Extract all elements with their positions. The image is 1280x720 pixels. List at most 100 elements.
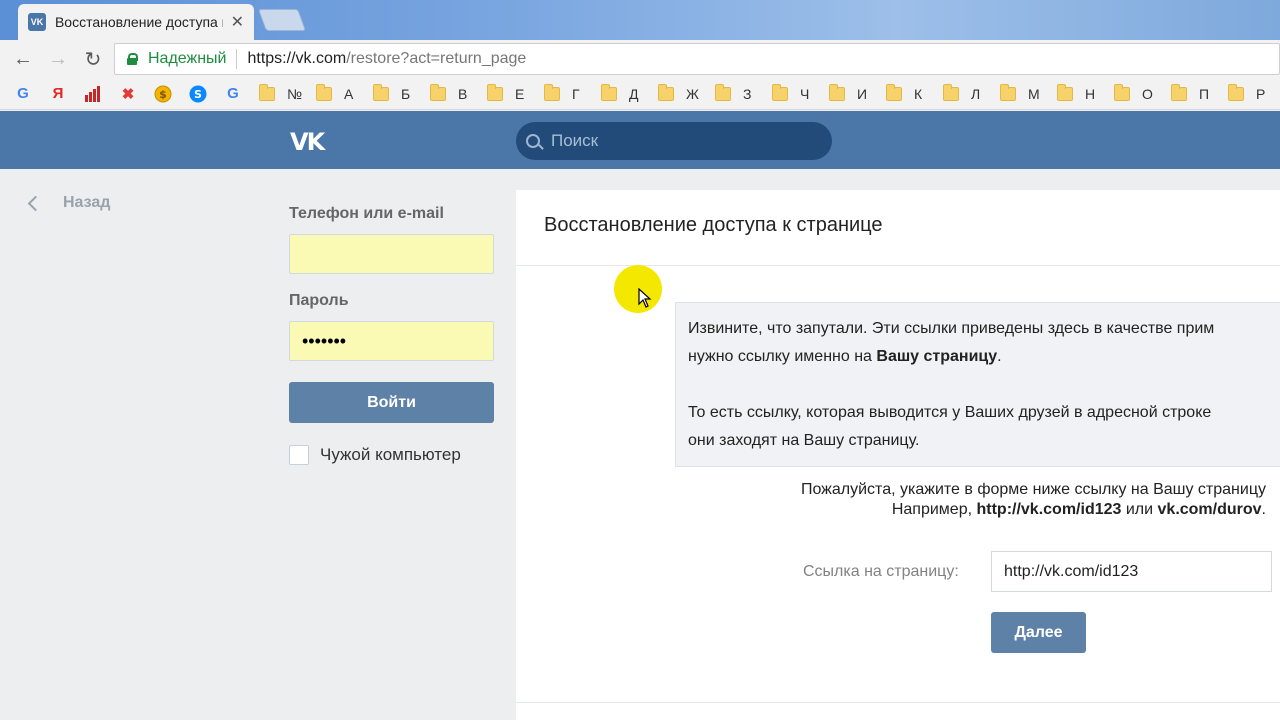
back-label: Назад <box>63 194 111 211</box>
folder-icon <box>259 83 275 101</box>
page-link-input[interactable]: http://vk.com/id123 <box>991 551 1272 592</box>
bookmark-folder-label: З <box>743 85 752 102</box>
new-tab-button[interactable] <box>257 9 307 31</box>
bookmark-folder[interactable]: В <box>430 83 474 102</box>
bookmark-folder[interactable]: Д <box>601 83 645 102</box>
bookmark-folder[interactable]: П <box>1171 83 1215 102</box>
back-arrow-icon[interactable]: ← <box>12 48 34 70</box>
bookmark-folder-label: И <box>857 85 868 102</box>
bookmark-folder-label: Г <box>572 85 580 102</box>
instruction-text: Пожалуйста, укажите в форме ниже ссылку … <box>800 481 1266 518</box>
login-button[interactable]: Войти <box>289 382 494 423</box>
svg-text:$: $ <box>159 88 167 101</box>
folder-icon <box>544 83 560 101</box>
folder-icon <box>316 83 332 101</box>
url-host: https://vk.com <box>247 50 347 67</box>
stats-icon[interactable] <box>84 85 102 103</box>
folder-icon <box>886 83 902 101</box>
card-header: Восстановление доступа к странице <box>516 190 1280 266</box>
example-link: http://vk.com/id123 <box>976 501 1122 518</box>
folder-icon <box>943 83 959 101</box>
bookmark-folder[interactable]: З <box>715 83 759 102</box>
login-label: Телефон или e-mail <box>289 205 444 222</box>
page-title: Восстановление доступа к странице <box>544 214 883 236</box>
address-bar[interactable]: Надежный https://vk.com/restore?act=retu… <box>114 43 1280 75</box>
bookmark-folder[interactable]: А <box>316 83 360 102</box>
folder-icon <box>1000 83 1016 101</box>
bookmark-folder-label: Д <box>629 85 639 102</box>
password-label: Пароль <box>289 292 349 309</box>
vk-favicon-icon: VK <box>28 13 46 31</box>
address-separator <box>236 49 238 69</box>
search-input[interactable]: Поиск <box>516 122 832 160</box>
folder-icon <box>658 83 674 101</box>
folder-icon <box>430 83 446 101</box>
folder-icon <box>1228 83 1244 101</box>
bookmark-folder[interactable]: М <box>1000 83 1044 102</box>
forward-arrow-icon[interactable]: → <box>47 48 69 70</box>
browser-toolbar: ← → ↻ Надежный https://vk.com/restore?ac… <box>0 40 1280 78</box>
browser-tab[interactable]: VK Восстановление доступа к странице ✕ <box>18 4 254 40</box>
bookmark-folder-label: О <box>1142 85 1153 102</box>
remember-row: Чужой компьютер <box>289 445 494 465</box>
bookmark-folder-label: Ж <box>686 85 699 102</box>
lock-icon <box>127 53 138 65</box>
svg-text:S: S <box>194 88 202 101</box>
tools-icon[interactable]: ✖ <box>119 85 137 103</box>
example-link: vk.com/durov <box>1157 501 1262 518</box>
shazam-icon[interactable]: S <box>189 85 207 103</box>
search-placeholder: Поиск <box>551 131 599 150</box>
close-tab-icon[interactable]: ✕ <box>231 12 244 32</box>
login-field[interactable] <box>289 234 494 274</box>
url-path: /restore?act=return_page <box>346 50 527 67</box>
password-field[interactable]: ••••••• <box>289 321 494 361</box>
bookmark-folder-label: М <box>1028 85 1040 102</box>
folder-icon <box>829 83 845 101</box>
back-link[interactable]: Назад <box>24 194 110 212</box>
info-line: нужно ссылку именно на Вашу страницу. <box>688 348 1002 365</box>
bookmark-folder[interactable]: Л <box>943 83 987 102</box>
google-icon[interactable]: G <box>14 85 32 103</box>
info-box: Извините, что запутали. Эти ссылки приве… <box>675 302 1280 467</box>
reload-icon[interactable]: ↻ <box>82 48 104 71</box>
next-button[interactable]: Далее <box>991 612 1086 653</box>
coin-icon[interactable]: $ <box>154 85 172 103</box>
vk-header: VK Поиск <box>0 111 1280 169</box>
bookmark-folder-label: № <box>287 85 303 102</box>
folder-icon <box>1171 83 1187 101</box>
info-line: То есть ссылку, которая выводится у Ваши… <box>688 404 1212 421</box>
bookmark-folder[interactable]: Р <box>1228 83 1272 102</box>
bookmark-folder[interactable]: К <box>886 83 930 102</box>
bookmark-folders: № А Б В Е Г Д Ж З Ч И К Л М Н О П Р <box>259 83 1280 102</box>
bookmark-folder-label: А <box>344 85 354 102</box>
bookmark-folder-label: П <box>1199 85 1210 102</box>
secure-label: Надежный <box>148 50 227 67</box>
info-line: Извините, что запутали. Эти ссылки приве… <box>688 320 1215 337</box>
folder-icon <box>772 83 788 101</box>
bookmark-folder-label: Б <box>401 85 411 102</box>
bookmark-folder[interactable]: Ж <box>658 83 702 102</box>
bookmark-folder[interactable]: И <box>829 83 873 102</box>
foreign-computer-checkbox[interactable] <box>289 445 309 465</box>
search-icon <box>526 134 540 148</box>
yandex-icon[interactable]: Я <box>49 85 67 103</box>
info-line: они заходят на Вашу страницу. <box>688 432 920 449</box>
foreign-computer-label[interactable]: Чужой компьютер <box>320 445 461 465</box>
bookmark-folder[interactable]: № <box>259 83 303 102</box>
bookmarks-bar: G Я ✖ $ S G № А Б В Е Г Д Ж З Ч И К Л М Н О П Р <box>0 78 1280 110</box>
bookmark-folder[interactable]: Г <box>544 83 588 102</box>
chevron-left-icon <box>27 195 44 211</box>
folder-icon <box>373 83 389 101</box>
bookmark-folder-label: Р <box>1256 85 1266 102</box>
folder-icon <box>715 83 731 101</box>
vk-logo[interactable]: VK <box>290 128 325 156</box>
folder-icon <box>1114 83 1130 101</box>
page-link-label: Ссылка на страницу: <box>803 563 959 580</box>
tab-title: Восстановление доступа к странице <box>54 14 223 30</box>
bookmark-folder[interactable]: Е <box>487 83 531 102</box>
bookmark-folder[interactable]: Н <box>1057 83 1101 102</box>
bookmark-folder[interactable]: Ч <box>772 83 816 102</box>
bookmark-folder[interactable]: Б <box>373 83 417 102</box>
google-icon[interactable]: G <box>224 85 242 103</box>
bookmark-folder[interactable]: О <box>1114 83 1158 102</box>
